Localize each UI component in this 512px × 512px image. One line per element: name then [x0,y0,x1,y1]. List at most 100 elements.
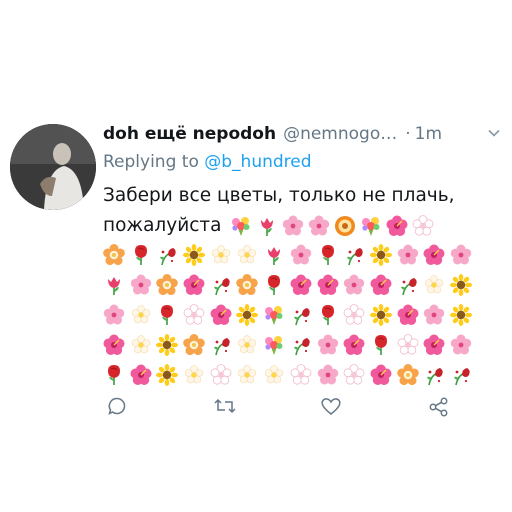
replying-prefix: Replying to [103,152,199,172]
cherry-blossom-icon [343,274,365,296]
blossom-white-icon [236,334,258,356]
cherry-blossom-icon [308,215,330,237]
emoji-row [103,300,477,330]
replying-handle-link[interactable]: @b_hundred [204,152,311,172]
hibiscus-icon [130,364,152,386]
heart-icon[interactable] [320,396,342,416]
tulip-icon [256,215,278,237]
tweet-header: doh ещё nepodoh @nemnogo… · 1m [103,121,503,147]
emoji-row [103,360,477,390]
white-flower-icon [397,334,419,356]
hibiscus-icon [386,215,408,237]
hibiscus-icon [423,244,445,266]
wilted-rose-icon [290,334,312,356]
wilted-rose-icon [290,304,312,326]
white-flower-icon [343,364,365,386]
white-flower-icon [290,364,312,386]
hibiscus-icon [103,334,125,356]
wilted-rose-icon [450,364,472,386]
cherry-blossom-icon [282,215,304,237]
avatar[interactable] [10,124,96,210]
wilted-rose-icon [210,274,232,296]
hibiscus-icon [370,364,392,386]
hibiscus-icon [317,274,339,296]
sunflower-icon [370,304,392,326]
tweet-text-line2: пожалуйста [103,215,222,236]
separator-dot: · [405,124,411,144]
rose-icon [156,304,178,326]
white-flower-icon [210,364,232,386]
bouquet-icon [263,304,285,326]
cherry-blossom-icon [290,244,312,266]
sunflower-icon [156,364,178,386]
tulip-icon [103,274,125,296]
replying-to: Replying to @b_hundred [103,152,312,172]
cherry-blossom-icon [423,304,445,326]
hibiscus-icon [290,274,312,296]
tweet-text-line2-row: пожалуйста [103,211,503,241]
sunflower-icon [450,304,472,326]
emoji-grid [103,240,477,390]
cherry-blossom-icon [130,274,152,296]
tweet-actions [0,396,512,426]
tweet-text: Забери все цветы, только не плачь, пожал… [103,181,503,241]
chevron-down-icon[interactable] [486,125,502,141]
cherry-blossom-icon [317,334,339,356]
emoji-row [103,330,477,360]
blossom-icon [183,334,205,356]
hibiscus-icon [370,274,392,296]
cherry-blossom-icon [317,364,339,386]
user-handle[interactable]: @nemnogo… [283,124,397,144]
wilted-rose-icon [397,274,419,296]
rose-icon [317,244,339,266]
retweet-icon[interactable] [213,396,237,416]
tweet-text-line1: Забери все цветы, только не плачь, [103,185,455,206]
sunflower-icon [370,244,392,266]
sunflower-icon [236,304,258,326]
blossom-icon [236,274,258,296]
blossom-icon [397,364,419,386]
wilted-rose-icon [210,334,232,356]
line2-emojis [230,215,438,237]
sunflower-icon [156,334,178,356]
blossom-white-icon [210,244,232,266]
cherry-blossom-icon [397,244,419,266]
timestamp[interactable]: 1m [415,124,442,144]
hibiscus-icon [397,304,419,326]
hibiscus-icon [423,334,445,356]
blossom-white-icon [423,274,445,296]
white-flower-icon [412,215,434,237]
rose-icon [263,274,285,296]
wilted-rose-icon [343,244,365,266]
bouquet-icon [230,215,252,237]
rose-icon [370,334,392,356]
blossom-white-icon [236,364,258,386]
white-flower-icon [183,304,205,326]
share-icon[interactable] [428,396,450,418]
sunflower-icon [450,274,472,296]
cherry-blossom-icon [450,244,472,266]
hibiscus-icon [343,334,365,356]
cherry-blossom-icon [103,304,125,326]
display-name[interactable]: doh ещё nepodoh [103,124,276,144]
rose-icon [103,364,125,386]
sunflower-icon [183,244,205,266]
reply-icon[interactable] [107,396,127,416]
blossom-white-icon [236,244,258,266]
emoji-row [103,240,477,270]
emoji-row [103,270,477,300]
blossom-white-icon [130,334,152,356]
tulip-icon [263,244,285,266]
blossom-icon [103,244,125,266]
cherry-blossom-icon [450,334,472,356]
rose-icon [130,244,152,266]
hibiscus-icon [210,304,232,326]
blossom-icon [156,274,178,296]
hibiscus-icon [183,274,205,296]
blossom-white-icon [130,304,152,326]
rose-icon [317,304,339,326]
blossom-white-icon [183,364,205,386]
white-flower-icon [343,304,365,326]
blossom-white-icon [263,364,285,386]
wilted-rose-icon [156,244,178,266]
